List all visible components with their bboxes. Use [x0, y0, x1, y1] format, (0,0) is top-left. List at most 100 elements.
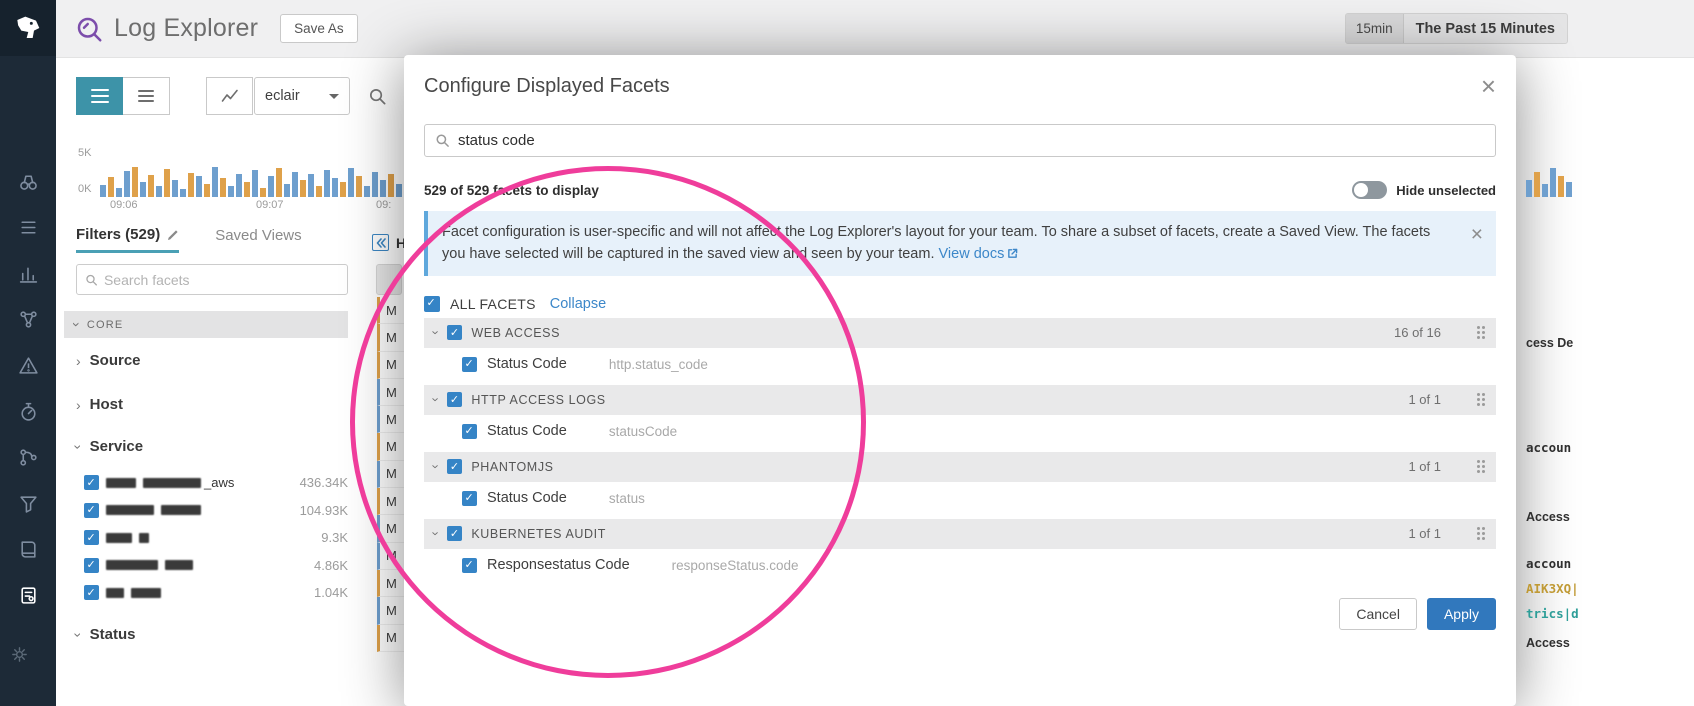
chevron-down-icon[interactable]: ›	[430, 465, 443, 469]
monitors-alert-icon[interactable]	[17, 354, 39, 376]
facet-group-name: WEB ACCESS	[471, 326, 560, 340]
checkbox-checked-icon[interactable]	[462, 491, 477, 506]
log-row-text: M	[386, 412, 397, 427]
histogram-bar	[260, 188, 266, 197]
redacted-service-name	[106, 505, 154, 515]
tab-saved-views[interactable]: Saved Views	[215, 226, 301, 244]
log-row[interactable]: M	[377, 597, 404, 624]
checkbox-checked-icon[interactable]	[447, 459, 462, 474]
list-view-button[interactable]	[76, 77, 123, 115]
checkbox-checked-icon[interactable]	[84, 475, 99, 490]
hide-unselected-toggle[interactable]	[1352, 181, 1387, 199]
log-row[interactable]: M	[377, 625, 404, 652]
banner-close-icon[interactable]: ×	[1471, 219, 1483, 252]
dashboards-icon[interactable]	[17, 262, 39, 284]
checkbox-checked-icon[interactable]	[84, 558, 99, 573]
log-row[interactable]: M	[377, 379, 404, 406]
cancel-button[interactable]: Cancel	[1339, 598, 1417, 630]
facet-row[interactable]: Responsestatus CoderesponseStatus.code	[424, 549, 1496, 582]
service-facet-row[interactable]: 9.3K	[84, 524, 348, 552]
apm-stopwatch-icon[interactable]	[17, 400, 39, 422]
facet-section-host[interactable]: › Host	[76, 396, 123, 413]
log-row[interactable]: M	[377, 324, 404, 351]
facet-search-input[interactable]	[104, 272, 339, 288]
log-row[interactable]: M	[377, 543, 404, 570]
facet-section-source[interactable]: › Source	[76, 352, 141, 369]
infrastructure-icon[interactable]	[17, 308, 39, 330]
checkbox-checked-icon[interactable]	[462, 424, 477, 439]
redacted-service-name	[131, 588, 161, 598]
close-icon[interactable]: ×	[1481, 75, 1496, 97]
save-as-button[interactable]: Save As	[280, 14, 358, 43]
log-volume-histogram[interactable]: 5K 0K 09:06 09:07 09:	[76, 145, 408, 211]
log-row[interactable]: M	[377, 570, 404, 597]
chevron-down-icon[interactable]: ›	[430, 331, 443, 335]
drag-handle-icon[interactable]	[1476, 326, 1486, 339]
settings-gear-icon[interactable]	[10, 645, 29, 664]
checkbox-checked-icon[interactable]	[84, 530, 99, 545]
modal-search-input[interactable]	[458, 132, 1485, 149]
log-text-fragment: Access	[1526, 636, 1570, 650]
checkbox-checked-icon[interactable]	[447, 526, 462, 541]
facet-group-header[interactable]: ›HTTP ACCESS LOGS1 of 1	[424, 385, 1496, 415]
facet-row[interactable]: Status CodestatusCode	[424, 415, 1496, 448]
log-row[interactable]: M	[377, 297, 404, 324]
compact-list-view-button[interactable]	[123, 77, 170, 115]
facet-count-summary: 529 of 529 facets to display	[424, 183, 599, 198]
facet-field-name: status	[609, 491, 645, 506]
facet-group-header[interactable]: ›WEB ACCESS16 of 16	[424, 318, 1496, 348]
collapse-panel-icon[interactable]	[372, 234, 389, 251]
facet-section-status[interactable]: › Status	[76, 626, 136, 643]
drag-handle-icon[interactable]	[1476, 460, 1486, 473]
facet-group-header[interactable]: ›PHANTOMJS1 of 1	[424, 452, 1496, 482]
watchdog-icon[interactable]	[17, 170, 39, 192]
pencil-icon[interactable]	[167, 229, 179, 241]
apply-button[interactable]: Apply	[1427, 598, 1496, 630]
pipelines-funnel-icon[interactable]	[17, 492, 39, 514]
external-link-icon	[1007, 248, 1018, 259]
checkbox-checked-icon[interactable]	[447, 325, 462, 340]
log-row-text: M	[386, 466, 397, 481]
facet-row[interactable]: Status Codehttp.status_code	[424, 348, 1496, 381]
datadog-logo[interactable]	[0, 0, 56, 56]
checkbox-checked-icon[interactable]	[84, 585, 99, 600]
events-list-icon[interactable]	[17, 216, 39, 238]
search-icon[interactable]	[368, 87, 387, 106]
service-facet-row[interactable]: _aws436.34K	[84, 469, 348, 497]
saved-view-select[interactable]: eclair	[254, 77, 350, 115]
service-facet-row[interactable]: 1.04K	[84, 579, 348, 607]
ci-branch-icon[interactable]	[17, 446, 39, 468]
drag-handle-icon[interactable]	[1476, 393, 1486, 406]
facet-row[interactable]: Status Codestatus	[424, 482, 1496, 515]
timeseries-view-button[interactable]	[206, 77, 253, 115]
facet-section-service[interactable]: › Service	[76, 438, 143, 455]
log-row[interactable]: M	[377, 461, 404, 488]
collapse-all-link[interactable]: Collapse	[550, 296, 606, 312]
checkbox-checked-icon[interactable]	[447, 392, 462, 407]
log-row[interactable]: M	[377, 488, 404, 515]
drag-handle-icon[interactable]	[1476, 527, 1486, 540]
checkbox-checked-icon[interactable]	[462, 558, 477, 573]
view-docs-link[interactable]: View docs	[939, 246, 1005, 262]
checkbox-checked-icon[interactable]	[84, 503, 99, 518]
histogram-bar	[324, 170, 330, 197]
core-section-header[interactable]: › CORE	[64, 311, 348, 338]
app-sidebar	[0, 0, 56, 706]
log-row[interactable]: M	[377, 352, 404, 379]
chevron-down-icon[interactable]: ›	[430, 532, 443, 536]
notebooks-icon[interactable]	[17, 538, 39, 560]
all-facets-checkbox[interactable]	[424, 296, 440, 312]
log-row-text: M	[386, 303, 397, 318]
log-row[interactable]: M	[377, 433, 404, 460]
tab-filters[interactable]: Filters (529)	[76, 226, 179, 253]
time-range-badge[interactable]: 15min	[1346, 14, 1404, 43]
facet-group-header[interactable]: ›KUBERNETES AUDIT1 of 1	[424, 519, 1496, 549]
checkbox-checked-icon[interactable]	[462, 357, 477, 372]
chevron-down-icon[interactable]: ›	[430, 398, 443, 402]
log-row[interactable]: M	[377, 406, 404, 433]
logs-icon[interactable]	[17, 584, 39, 606]
service-facet-row[interactable]: 4.86K	[84, 552, 348, 580]
log-text-fragment: trics|d	[1526, 606, 1579, 621]
log-row[interactable]: M	[377, 515, 404, 542]
service-facet-row[interactable]: 104.93K	[84, 497, 348, 525]
